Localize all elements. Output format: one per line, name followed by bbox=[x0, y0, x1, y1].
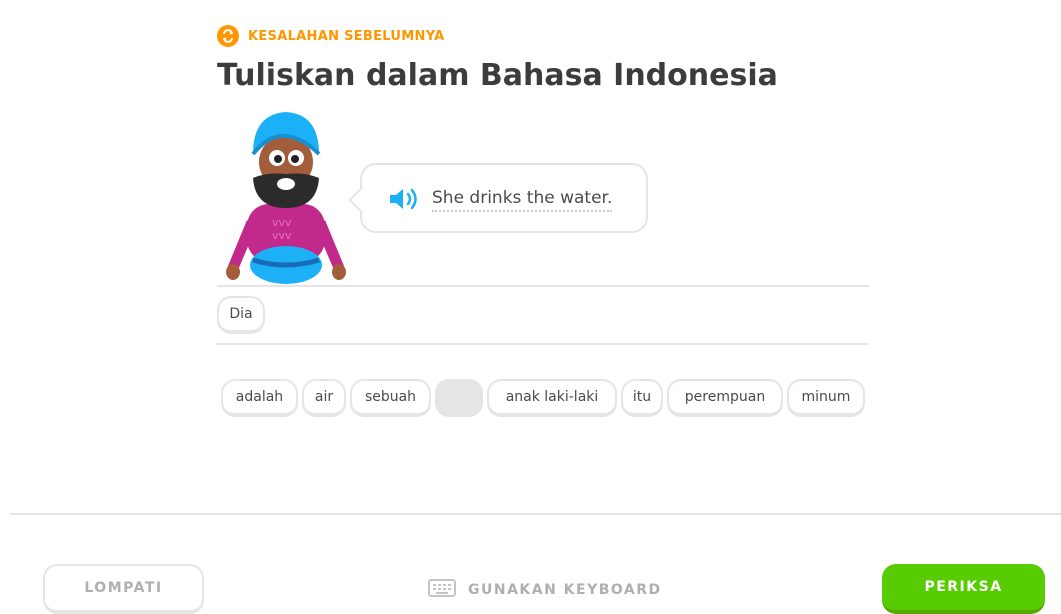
use-keyboard-button[interactable]: GUNAKAN KEYBOARD bbox=[428, 578, 662, 602]
skip-button[interactable]: LOMPATI bbox=[43, 564, 204, 614]
word-tile-anak-laki-laki[interactable]: anak laki-laki bbox=[487, 379, 617, 417]
answer-tile-dia[interactable]: Dia bbox=[217, 296, 265, 334]
character-illustration: vvv vvv bbox=[225, 108, 350, 290]
word-tile-air[interactable]: air bbox=[302, 379, 346, 417]
use-keyboard-label: GUNAKAN KEYBOARD bbox=[468, 582, 662, 598]
repeat-icon bbox=[217, 25, 239, 47]
footer-divider bbox=[10, 513, 1061, 515]
previous-mistake-badge: KESALAHAN SEBELUMNYA bbox=[217, 25, 445, 47]
word-tile-adalah[interactable]: adalah bbox=[221, 379, 298, 417]
speaker-icon[interactable] bbox=[388, 186, 422, 216]
svg-text:vvv: vvv bbox=[272, 229, 292, 242]
lesson-screen: KESALAHAN SEBELUMNYA Tuliskan dalam Baha… bbox=[0, 0, 1061, 614]
keyboard-icon bbox=[428, 578, 456, 602]
speech-bubble: She drinks the water. bbox=[348, 163, 648, 233]
word-tile-used-placeholder bbox=[435, 379, 483, 417]
word-tile-itu[interactable]: itu bbox=[621, 379, 663, 417]
word-tile-sebuah[interactable]: sebuah bbox=[350, 379, 431, 417]
answer-line-bottom bbox=[217, 343, 869, 345]
answer-line-top bbox=[217, 285, 869, 287]
check-button[interactable]: PERIKSA bbox=[882, 564, 1045, 614]
word-tile-minum[interactable]: minum bbox=[787, 379, 865, 417]
speech-bubble-tail bbox=[348, 187, 374, 213]
svg-text:vvv: vvv bbox=[272, 216, 292, 229]
previous-mistake-label: KESALAHAN SEBELUMNYA bbox=[248, 28, 445, 44]
prompt-sentence[interactable]: She drinks the water. bbox=[432, 188, 613, 212]
word-tile-perempuan[interactable]: perempuan bbox=[667, 379, 783, 417]
page-title: Tuliskan dalam Bahasa Indonesia bbox=[217, 58, 778, 93]
